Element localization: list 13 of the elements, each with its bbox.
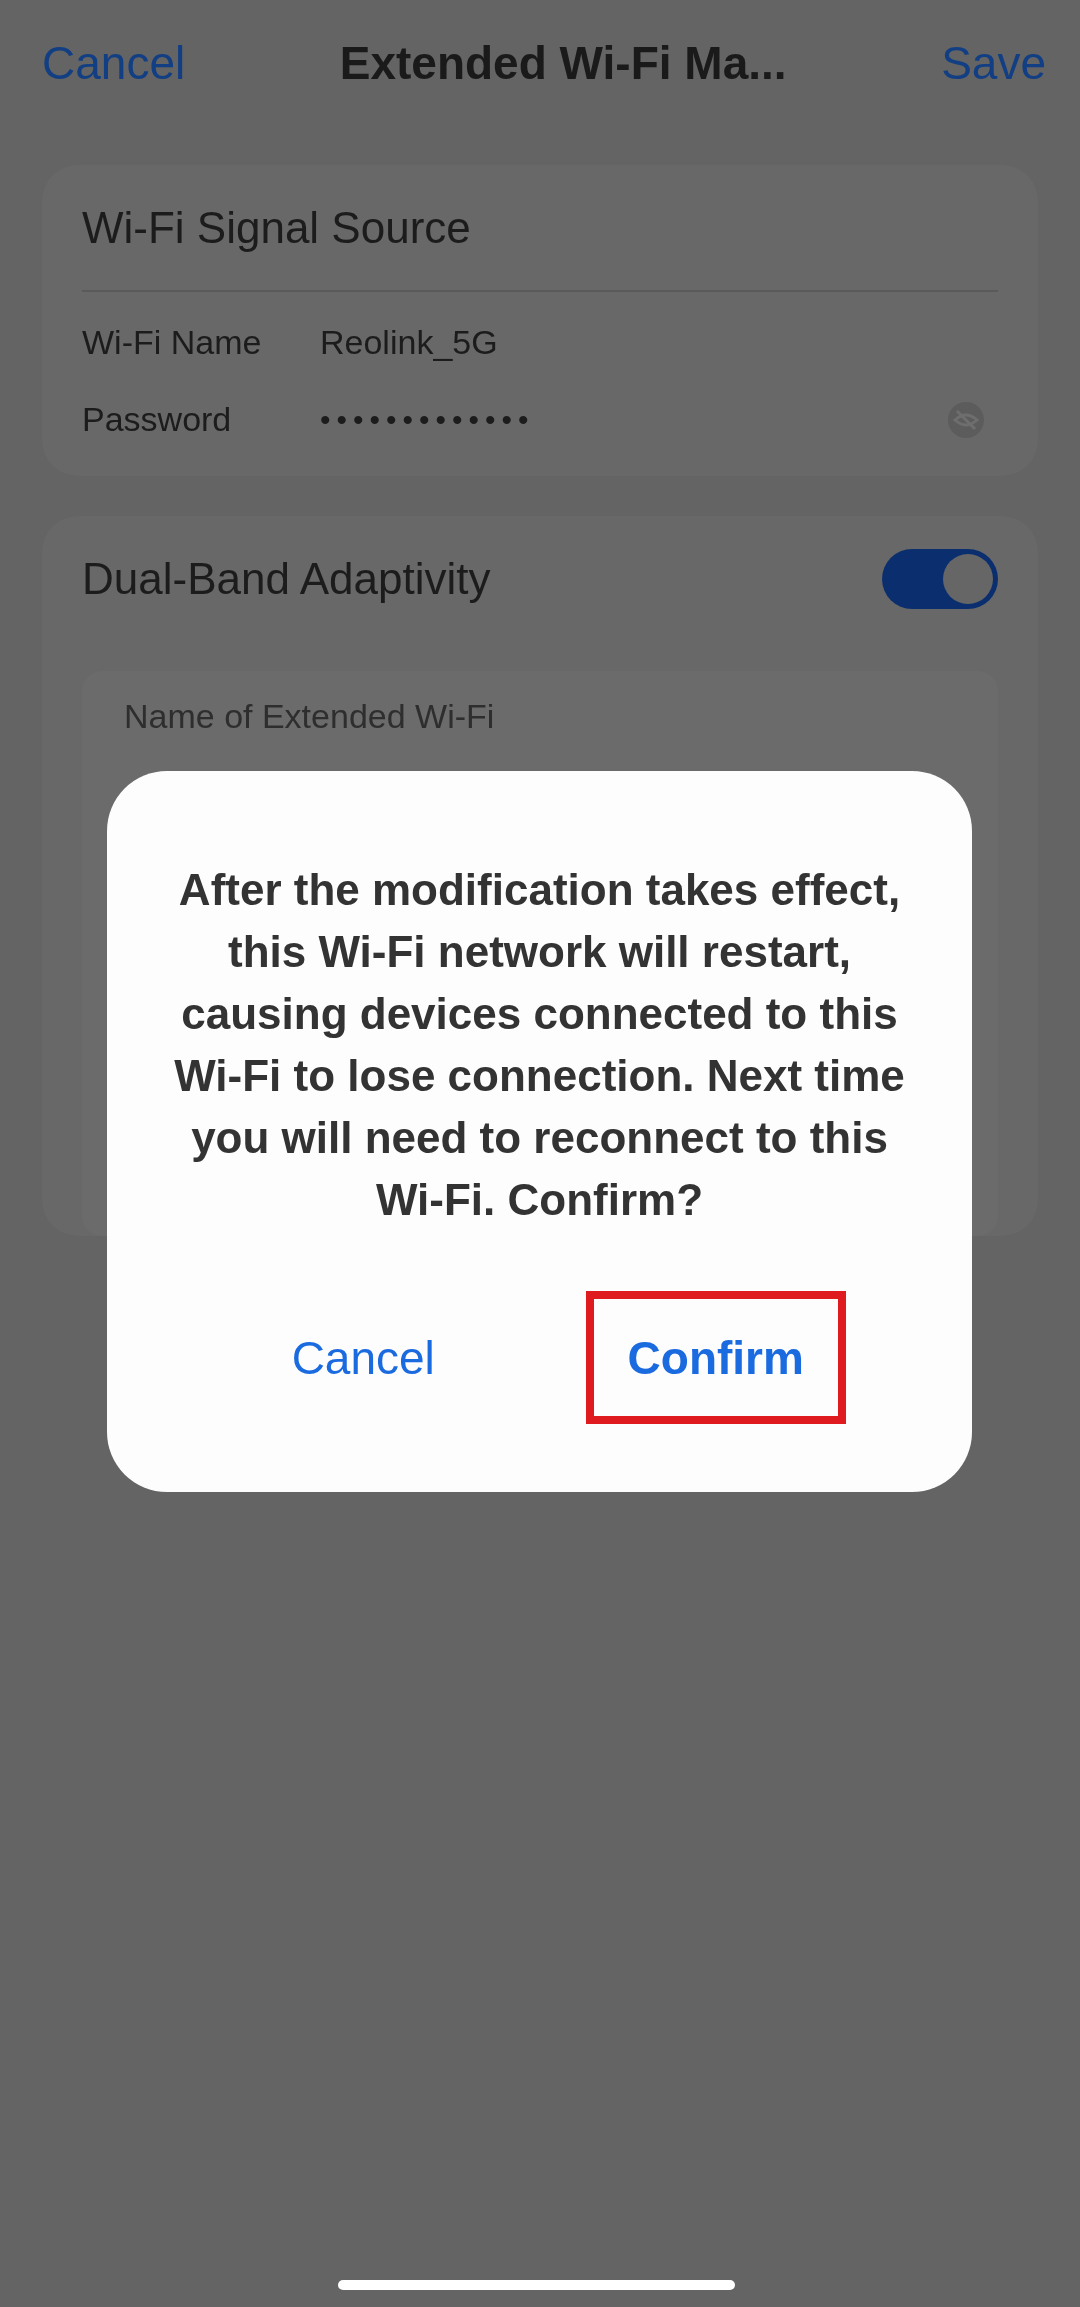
save-button[interactable]: Save bbox=[941, 35, 1046, 90]
field-label: Name of Extended Wi-Fi bbox=[124, 697, 495, 735]
section-title: Wi-Fi Signal Source bbox=[82, 202, 471, 253]
page-title: Extended Wi-Fi Ma... bbox=[339, 35, 787, 90]
cancel-button[interactable]: Cancel bbox=[233, 1291, 494, 1424]
field-label: Password bbox=[82, 400, 233, 439]
confirm-button[interactable]: Confirm bbox=[585, 1291, 846, 1424]
password-field[interactable]: ••••••••••••• bbox=[320, 402, 946, 437]
cancel-button[interactable]: Cancel bbox=[42, 35, 186, 90]
field-value: Reolink_5G bbox=[320, 323, 499, 362]
field-label: Wi-Fi Name bbox=[82, 323, 263, 362]
section-title: Dual-Band Adaptivity bbox=[82, 553, 491, 604]
dialog-message: After the modification takes effect, this Wi-Fi network will restart, causing devices connected to this Wi-Fi to lose connection. Next time you will need to reconnect to this Wi-Fi. Confirm? bbox=[173, 864, 906, 1226]
